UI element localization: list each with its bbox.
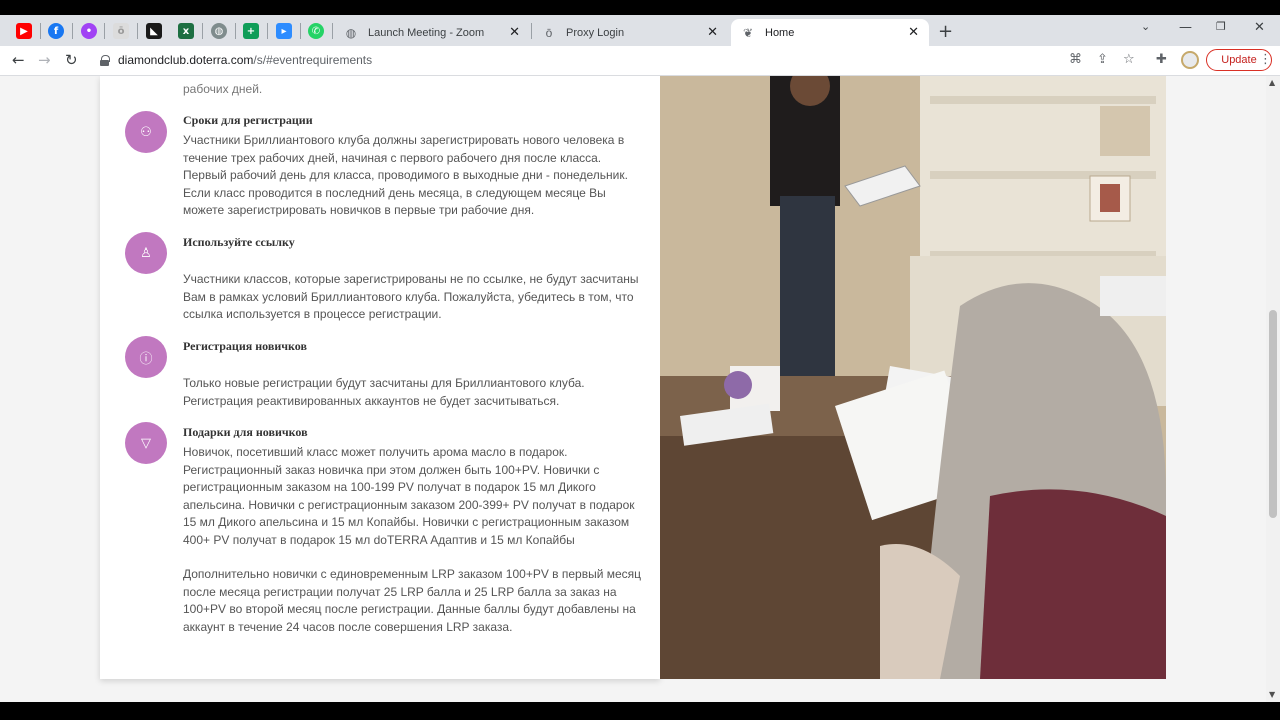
url-host: diamondclub.doterra.com bbox=[118, 53, 254, 67]
facebook-icon[interactable]: f bbox=[48, 23, 64, 39]
user-icon: ♙ bbox=[125, 232, 167, 274]
minimize-icon[interactable]: — bbox=[1179, 20, 1192, 35]
page-viewport: рабочих дней. ⚇ Сроки для регистрации Уч… bbox=[0, 76, 1280, 702]
sheets-icon[interactable]: + bbox=[243, 23, 259, 39]
close-window-icon[interactable]: ✕ bbox=[1254, 20, 1265, 35]
tab-title: Proxy Login bbox=[566, 26, 625, 39]
item-title: Регистрация новичков bbox=[183, 339, 307, 353]
doterra-icon: ō bbox=[545, 25, 553, 40]
item-text-extra: Дополнительно новички с единовременным L… bbox=[183, 567, 642, 634]
info-icon: ⓘ bbox=[125, 336, 167, 378]
tab-search-icon[interactable]: ⌄ bbox=[1141, 20, 1150, 33]
tab-separator bbox=[300, 23, 301, 39]
reload-icon[interactable]: ↻ bbox=[65, 51, 78, 69]
translate-icon[interactable]: ⌘ bbox=[1069, 52, 1082, 67]
item-text: Участники Бриллиантового клуба должны за… bbox=[183, 133, 628, 217]
youtube-icon[interactable]: ▶ bbox=[16, 23, 32, 39]
close-icon[interactable]: ✕ bbox=[908, 25, 919, 40]
excel-icon[interactable]: x bbox=[178, 23, 194, 39]
scroll-down-icon[interactable]: ▼ bbox=[1269, 690, 1275, 699]
tab-launch-meeting[interactable]: ◍ Launch Meeting - Zoom ✕ bbox=[334, 19, 530, 46]
vertical-scrollbar[interactable]: ▲ ▼ bbox=[1266, 76, 1280, 702]
class-photo-illustration bbox=[660, 76, 1166, 679]
lead-text: рабочих дней. bbox=[183, 82, 263, 96]
bookmark-icon[interactable]: ◣ bbox=[146, 23, 162, 39]
doterra-icon[interactable]: ō bbox=[113, 23, 129, 39]
class-photo bbox=[660, 76, 1166, 679]
filter-icon: ▽ bbox=[125, 422, 167, 464]
close-icon[interactable]: ✕ bbox=[707, 25, 718, 40]
window-top-bar bbox=[0, 0, 1280, 15]
tab-separator bbox=[332, 23, 333, 39]
tab-strip: ▶ f • ō ◣ x ◍ + ▸ ✆ ◍ Launch Meeting - Z… bbox=[0, 15, 1280, 46]
back-icon[interactable]: ← bbox=[12, 51, 25, 69]
restore-icon[interactable]: ❐ bbox=[1216, 20, 1226, 33]
item-title: Сроки для регистрации bbox=[183, 113, 313, 127]
item-text: Новичок, посетивший класс может получить… bbox=[183, 445, 635, 547]
whatsapp-icon[interactable]: ✆ bbox=[308, 23, 324, 39]
zoom-icon[interactable]: ▸ bbox=[276, 23, 292, 39]
url-path: /s/#eventrequirements bbox=[253, 53, 373, 67]
item-title: Подарки для новичков bbox=[183, 425, 308, 439]
item-title: Используйте ссылку bbox=[183, 235, 295, 249]
users-icon: ⚇ bbox=[125, 111, 167, 153]
scroll-up-icon[interactable]: ▲ bbox=[1269, 78, 1275, 87]
tab-separator bbox=[104, 23, 105, 39]
requirements-card: рабочих дней. ⚇ Сроки для регистрации Уч… bbox=[100, 76, 660, 679]
tab-separator bbox=[202, 23, 203, 39]
share-icon[interactable]: ⇪ bbox=[1097, 52, 1108, 67]
item-text: Участники классов, которые зарегистриров… bbox=[183, 272, 639, 321]
tab-separator bbox=[40, 23, 41, 39]
app-icon[interactable]: • bbox=[81, 23, 97, 39]
profile-avatar[interactable] bbox=[1181, 51, 1199, 69]
url-field[interactable]: diamondclub.doterra.com/s/#eventrequirem… bbox=[118, 53, 372, 67]
address-bar: ← → ↻ diamondclub.doterra.com/s/#eventre… bbox=[0, 46, 1280, 76]
close-icon[interactable]: ✕ bbox=[509, 25, 520, 40]
doterra-icon: ❦ bbox=[742, 25, 754, 40]
tab-separator bbox=[137, 23, 138, 39]
tab-separator bbox=[235, 23, 236, 39]
tab-separator bbox=[267, 23, 268, 39]
globe-icon: ◍ bbox=[345, 25, 357, 40]
forward-icon[interactable]: → bbox=[38, 51, 51, 69]
extensions-icon[interactable]: ✚ bbox=[1156, 52, 1167, 67]
window-bottom-bar bbox=[0, 702, 1280, 720]
tab-home[interactable]: ❦ Home ✕ bbox=[731, 19, 929, 46]
scroll-thumb[interactable] bbox=[1269, 310, 1277, 518]
globe-icon[interactable]: ◍ bbox=[211, 23, 227, 39]
tab-proxy-login[interactable]: ō Proxy Login ✕ bbox=[532, 19, 728, 46]
tab-separator bbox=[72, 23, 73, 39]
star-icon[interactable]: ☆ bbox=[1123, 52, 1135, 67]
lock-icon[interactable] bbox=[100, 55, 110, 66]
tab-title: Home bbox=[765, 26, 795, 39]
new-tab-icon[interactable]: + bbox=[938, 21, 953, 42]
item-text: Только новые регистрации будут засчитаны… bbox=[183, 376, 585, 408]
menu-icon[interactable]: ⋮ bbox=[1259, 52, 1272, 67]
tab-title: Launch Meeting - Zoom bbox=[368, 26, 485, 39]
